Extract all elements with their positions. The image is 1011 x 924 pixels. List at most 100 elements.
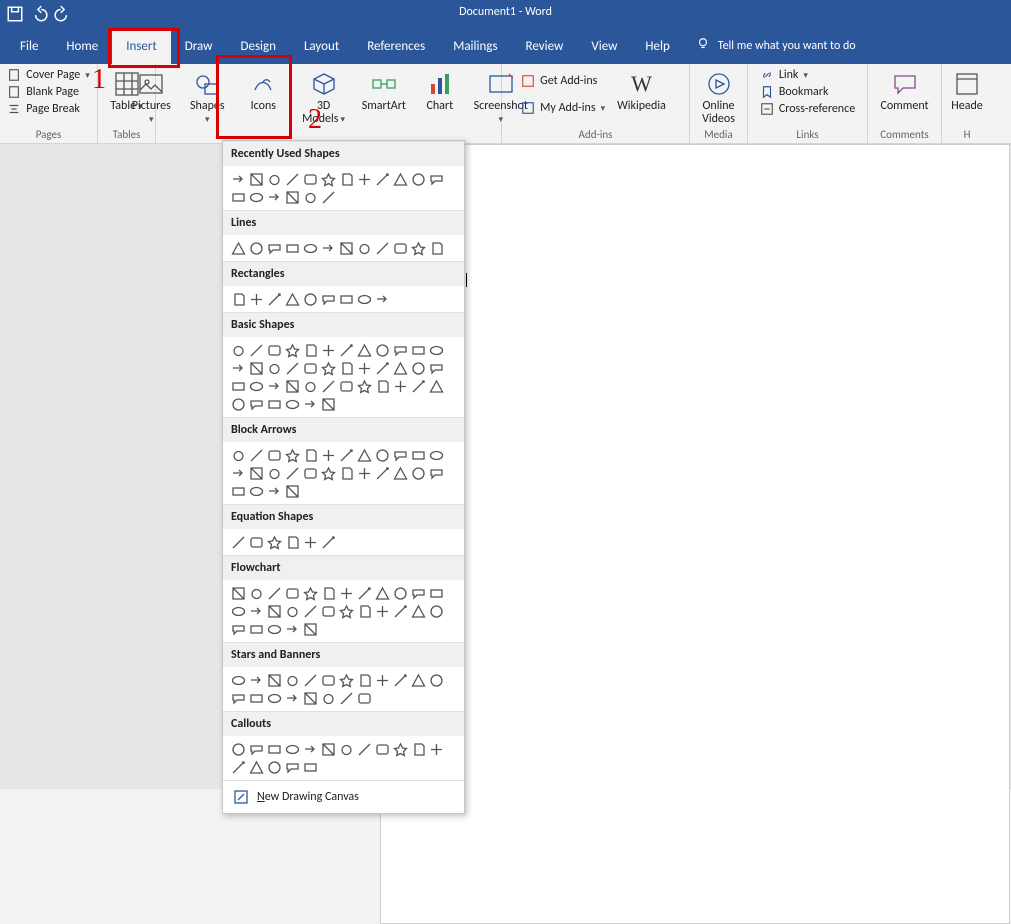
shape-item[interactable] bbox=[265, 464, 283, 482]
shape-item[interactable] bbox=[229, 482, 247, 500]
wikipedia-button[interactable]: WWikipedia bbox=[613, 68, 670, 115]
my-addins-button[interactable]: My Add-ins bbox=[521, 101, 605, 115]
shape-item[interactable] bbox=[409, 671, 427, 689]
shape-item[interactable] bbox=[301, 395, 319, 413]
shape-item[interactable] bbox=[355, 341, 373, 359]
bookmark-button[interactable]: Bookmark bbox=[760, 85, 855, 99]
page-break-button[interactable]: Page Break bbox=[7, 102, 90, 116]
shape-item[interactable] bbox=[301, 533, 319, 551]
shape-item[interactable] bbox=[319, 377, 337, 395]
get-addins-button[interactable]: Get Add-ins bbox=[521, 74, 605, 88]
shape-item[interactable] bbox=[319, 446, 337, 464]
shape-item[interactable] bbox=[265, 689, 283, 707]
shape-item[interactable] bbox=[337, 290, 355, 308]
shape-item[interactable] bbox=[229, 377, 247, 395]
shape-item[interactable] bbox=[283, 395, 301, 413]
shape-item[interactable] bbox=[427, 446, 445, 464]
shape-item[interactable] bbox=[337, 740, 355, 758]
shape-item[interactable] bbox=[283, 620, 301, 638]
shape-item[interactable] bbox=[283, 689, 301, 707]
shape-item[interactable] bbox=[373, 341, 391, 359]
shape-item[interactable] bbox=[355, 464, 373, 482]
shape-item[interactable] bbox=[301, 671, 319, 689]
shape-item[interactable] bbox=[265, 602, 283, 620]
shape-item[interactable] bbox=[301, 359, 319, 377]
shape-item[interactable] bbox=[265, 341, 283, 359]
shape-item[interactable] bbox=[391, 341, 409, 359]
shape-item[interactable] bbox=[355, 671, 373, 689]
shape-item[interactable] bbox=[265, 620, 283, 638]
shape-item[interactable] bbox=[427, 359, 445, 377]
shape-item[interactable] bbox=[247, 359, 265, 377]
shape-item[interactable] bbox=[301, 620, 319, 638]
document-page[interactable] bbox=[380, 144, 1010, 924]
shape-item[interactable] bbox=[283, 533, 301, 551]
shape-item[interactable] bbox=[247, 395, 265, 413]
shape-item[interactable] bbox=[247, 740, 265, 758]
shape-item[interactable] bbox=[301, 464, 319, 482]
tab-layout[interactable]: Layout bbox=[290, 28, 353, 64]
shape-item[interactable] bbox=[427, 377, 445, 395]
shape-item[interactable] bbox=[229, 620, 247, 638]
shape-item[interactable] bbox=[319, 188, 337, 206]
shape-item[interactable] bbox=[409, 341, 427, 359]
shape-item[interactable] bbox=[265, 359, 283, 377]
shape-item[interactable] bbox=[265, 239, 283, 257]
shape-item[interactable] bbox=[229, 533, 247, 551]
shape-item[interactable] bbox=[391, 170, 409, 188]
cross-reference-button[interactable]: Cross-reference bbox=[760, 102, 855, 116]
shape-item[interactable] bbox=[301, 740, 319, 758]
shape-item[interactable] bbox=[301, 377, 319, 395]
shape-item[interactable] bbox=[265, 446, 283, 464]
tab-mailings[interactable]: Mailings bbox=[439, 28, 511, 64]
shape-item[interactable] bbox=[391, 359, 409, 377]
shape-item[interactable] bbox=[409, 584, 427, 602]
shape-item[interactable] bbox=[247, 758, 265, 776]
shape-item[interactable] bbox=[427, 239, 445, 257]
tab-insert[interactable]: Insert bbox=[112, 28, 171, 64]
shape-item[interactable] bbox=[283, 359, 301, 377]
shape-item[interactable] bbox=[247, 533, 265, 551]
shape-item[interactable] bbox=[427, 341, 445, 359]
shape-item[interactable] bbox=[229, 170, 247, 188]
shape-item[interactable] bbox=[427, 464, 445, 482]
shape-item[interactable] bbox=[283, 584, 301, 602]
shape-item[interactable] bbox=[355, 239, 373, 257]
shape-item[interactable] bbox=[283, 671, 301, 689]
shape-item[interactable] bbox=[301, 758, 319, 776]
shape-item[interactable] bbox=[373, 290, 391, 308]
shape-item[interactable] bbox=[319, 584, 337, 602]
shape-item[interactable] bbox=[229, 758, 247, 776]
shape-item[interactable] bbox=[247, 620, 265, 638]
header-button[interactable]: Heade bbox=[943, 68, 991, 115]
shape-item[interactable] bbox=[229, 188, 247, 206]
redo-icon[interactable] bbox=[54, 5, 72, 23]
shape-item[interactable] bbox=[409, 464, 427, 482]
shape-item[interactable] bbox=[247, 341, 265, 359]
tab-home[interactable]: Home bbox=[52, 28, 112, 64]
shape-item[interactable] bbox=[319, 533, 337, 551]
shape-item[interactable] bbox=[409, 239, 427, 257]
new-drawing-canvas-button[interactable]: New Drawing Canvas bbox=[223, 780, 464, 813]
shape-item[interactable] bbox=[355, 740, 373, 758]
shape-item[interactable] bbox=[265, 758, 283, 776]
shape-item[interactable] bbox=[319, 239, 337, 257]
shape-item[interactable] bbox=[283, 188, 301, 206]
shape-item[interactable] bbox=[319, 290, 337, 308]
shape-item[interactable] bbox=[319, 341, 337, 359]
shape-item[interactable] bbox=[247, 239, 265, 257]
shape-item[interactable] bbox=[391, 602, 409, 620]
shape-item[interactable] bbox=[427, 170, 445, 188]
shape-item[interactable] bbox=[409, 359, 427, 377]
shape-item[interactable] bbox=[337, 584, 355, 602]
shape-item[interactable] bbox=[283, 758, 301, 776]
smartart-button[interactable]: SmartArt bbox=[360, 68, 408, 115]
shape-item[interactable] bbox=[373, 446, 391, 464]
shape-item[interactable] bbox=[247, 671, 265, 689]
shape-item[interactable] bbox=[301, 290, 319, 308]
shape-item[interactable] bbox=[301, 689, 319, 707]
shape-item[interactable] bbox=[229, 602, 247, 620]
shape-item[interactable] bbox=[229, 239, 247, 257]
shape-item[interactable] bbox=[319, 395, 337, 413]
shape-item[interactable] bbox=[265, 533, 283, 551]
